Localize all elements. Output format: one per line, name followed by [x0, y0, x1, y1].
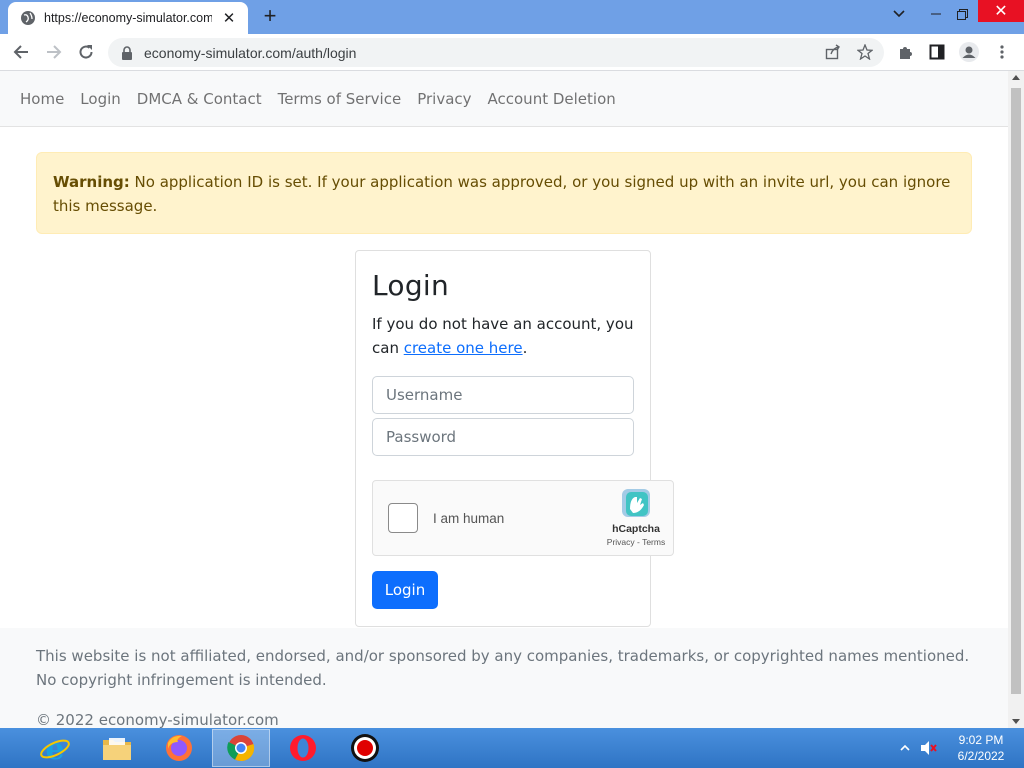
- tray-overflow-icon[interactable]: [900, 728, 910, 768]
- clock-time: 9:02 PM: [958, 733, 1004, 747]
- login-card: Login If you do not have an account, you…: [355, 250, 674, 627]
- side-panel-icon[interactable]: [925, 40, 949, 64]
- login-button[interactable]: Login: [372, 571, 438, 609]
- captcha-links[interactable]: Privacy - Terms: [605, 537, 667, 547]
- volume-muted-icon[interactable]: [920, 728, 938, 768]
- captcha-label: I am human: [433, 511, 505, 526]
- browser-tab[interactable]: https://economy-simulator.com/ ✕: [8, 2, 248, 34]
- footer-disclaimer: This website is not affiliated, endorsed…: [36, 647, 970, 689]
- login-intro-end: .: [522, 339, 528, 357]
- restore-window-icon[interactable]: [950, 0, 974, 28]
- tab-title: https://economy-simulator.com/: [44, 11, 212, 25]
- page-viewport: Home Login DMCA & Contact Terms of Servi…: [0, 71, 1008, 728]
- extensions-puzzle-icon[interactable]: [894, 40, 918, 64]
- tab-search-icon[interactable]: [886, 0, 912, 28]
- kebab-menu-icon[interactable]: [990, 40, 1014, 64]
- address-bar[interactable]: economy-simulator.com/auth/login: [108, 38, 884, 67]
- username-input[interactable]: [372, 376, 634, 414]
- new-tab-button[interactable]: +: [258, 5, 282, 28]
- alert-message: No application ID is set. If your applic…: [53, 173, 951, 215]
- page-scrollbar[interactable]: [1008, 71, 1024, 728]
- close-window-icon[interactable]: ✕: [978, 0, 1024, 22]
- opera-icon[interactable]: [274, 729, 332, 767]
- clock-date: 6/2/2022: [957, 749, 1005, 763]
- nav-privacy[interactable]: Privacy: [409, 90, 479, 108]
- nav-terms-of-service[interactable]: Terms of Service: [270, 90, 410, 108]
- login-heading: Login: [372, 269, 450, 302]
- svg-text:e: e: [45, 732, 64, 764]
- captcha-brand: hCaptcha: [612, 523, 660, 535]
- reload-icon[interactable]: [74, 40, 98, 64]
- close-tab-icon[interactable]: ✕: [220, 9, 238, 27]
- nav-account-deletion[interactable]: Account Deletion: [480, 90, 624, 108]
- scroll-up-arrow-icon[interactable]: [1012, 75, 1020, 80]
- url-text[interactable]: economy-simulator.com/auth/login: [144, 45, 356, 61]
- scrollbar-thumb[interactable]: [1011, 88, 1021, 694]
- share-icon[interactable]: [822, 41, 844, 63]
- bookmark-star-icon[interactable]: [854, 41, 876, 63]
- hcaptcha-widget: I am human hCaptcha Privacy - Terms: [372, 480, 674, 556]
- minimize-window-icon[interactable]: [924, 0, 948, 28]
- site-footer: This website is not affiliated, endorsed…: [0, 628, 1008, 728]
- nav-home[interactable]: Home: [12, 90, 72, 108]
- warning-alert: Warning: No application ID is set. If yo…: [36, 152, 972, 234]
- taskbar-clock[interactable]: 9:02 PM 6/2/2022: [948, 732, 1014, 764]
- recorder-icon[interactable]: [336, 729, 394, 767]
- back-arrow-icon[interactable]: [9, 40, 33, 64]
- alert-title: Warning:: [53, 173, 130, 191]
- site-navbar: Home Login DMCA & Contact Terms of Servi…: [0, 71, 1008, 127]
- footer-copyright: © 2022 economy-simulator.com: [36, 711, 279, 728]
- windows-taskbar: e 9:02 PM 6/2/2022: [0, 728, 1024, 768]
- profile-avatar-icon[interactable]: [957, 40, 981, 64]
- internet-explorer-icon[interactable]: e: [26, 729, 84, 767]
- create-account-link[interactable]: create one here: [404, 339, 523, 357]
- password-input[interactable]: [372, 418, 634, 456]
- browser-tab-strip: https://economy-simulator.com/ ✕ + ✕: [0, 0, 1024, 34]
- captcha-checkbox[interactable]: [388, 503, 418, 533]
- lock-icon[interactable]: [120, 45, 134, 60]
- login-intro: If you do not have an account, you can c…: [372, 312, 634, 360]
- nav-login[interactable]: Login: [72, 90, 128, 108]
- forward-arrow-icon[interactable]: [42, 40, 66, 64]
- file-explorer-icon[interactable]: [88, 729, 146, 767]
- firefox-icon[interactable]: [150, 729, 208, 767]
- globe-icon: [20, 10, 36, 26]
- nav-dmca-contact[interactable]: DMCA & Contact: [129, 90, 270, 108]
- chrome-icon[interactable]: [212, 729, 270, 767]
- browser-toolbar: economy-simulator.com/auth/login: [0, 34, 1024, 71]
- hcaptcha-logo-icon: [618, 489, 654, 521]
- scroll-down-arrow-icon[interactable]: [1012, 719, 1020, 724]
